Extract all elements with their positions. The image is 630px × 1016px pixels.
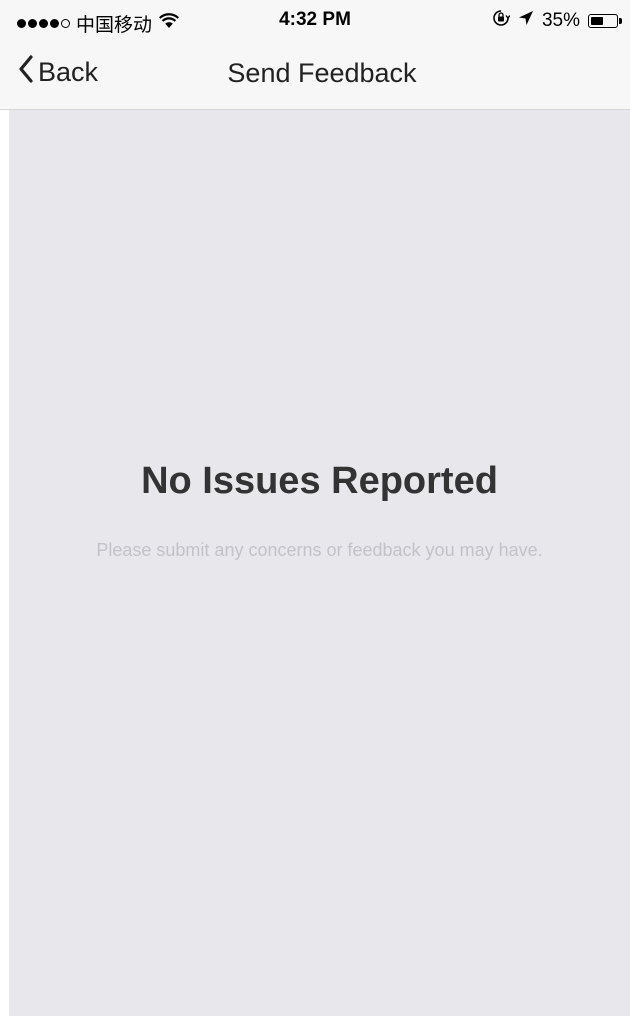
content-area: No Issues Reported Please submit any con…	[9, 110, 630, 1016]
status-bar: 中国移动 4:32 PM 35%	[0, 0, 630, 40]
status-right: 35%	[492, 9, 622, 33]
empty-state-subtitle: Please submit any concerns or feedback y…	[96, 540, 543, 560]
battery-percent: 35%	[541, 10, 580, 31]
orientation-lock-icon	[492, 9, 511, 33]
page-title: Send Feedback	[227, 58, 417, 88]
navigation-bar: Back Send Feedback	[0, 40, 630, 110]
feedback-screen: 中国移动 4:32 PM 35% Back Send Feedback No I…	[0, 0, 630, 1016]
empty-state-title: No Issues Reported	[141, 460, 498, 502]
battery-icon	[588, 14, 622, 28]
location-arrow-icon	[518, 10, 534, 32]
